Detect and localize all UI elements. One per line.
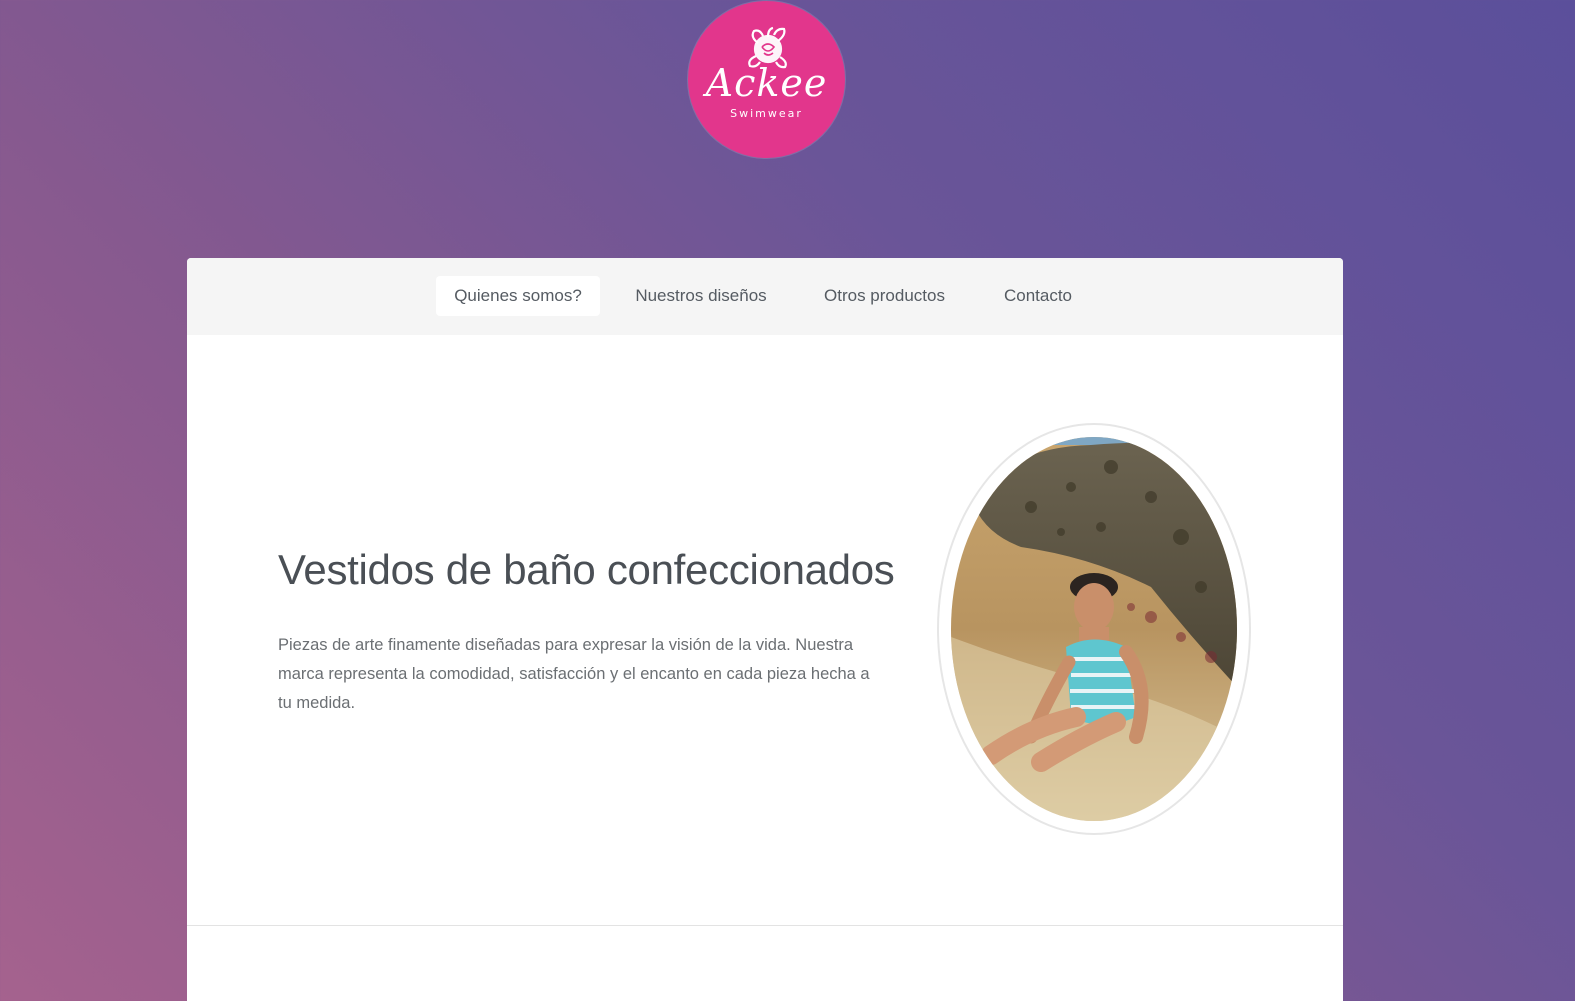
main-card: Quienes somos? Nuestros diseños Otros pr… bbox=[187, 258, 1343, 1001]
hero-title: Vestidos de baño confeccionados bbox=[278, 546, 895, 593]
nav-item-nuestros-disenos[interactable]: Nuestros diseños bbox=[621, 276, 781, 316]
nav-item-quienes-somos[interactable]: Quienes somos? bbox=[436, 276, 600, 316]
beach-photo bbox=[951, 437, 1237, 821]
hero-description: Piezas de arte finamente diseñadas para … bbox=[278, 636, 870, 712]
brand-logo[interactable]: Ackee Swimwear bbox=[688, 1, 845, 158]
nav-item-otros-productos[interactable]: Otros productos bbox=[807, 276, 962, 316]
section-divider bbox=[187, 925, 1343, 926]
hero-photo-frame bbox=[937, 423, 1251, 835]
nav-item-contacto[interactable]: Contacto bbox=[988, 276, 1088, 316]
logo-script-text: Ackee bbox=[705, 61, 828, 105]
main-nav: Quienes somos? Nuestros diseños Otros pr… bbox=[187, 258, 1343, 335]
logo-subtitle: Swimwear bbox=[730, 107, 803, 120]
